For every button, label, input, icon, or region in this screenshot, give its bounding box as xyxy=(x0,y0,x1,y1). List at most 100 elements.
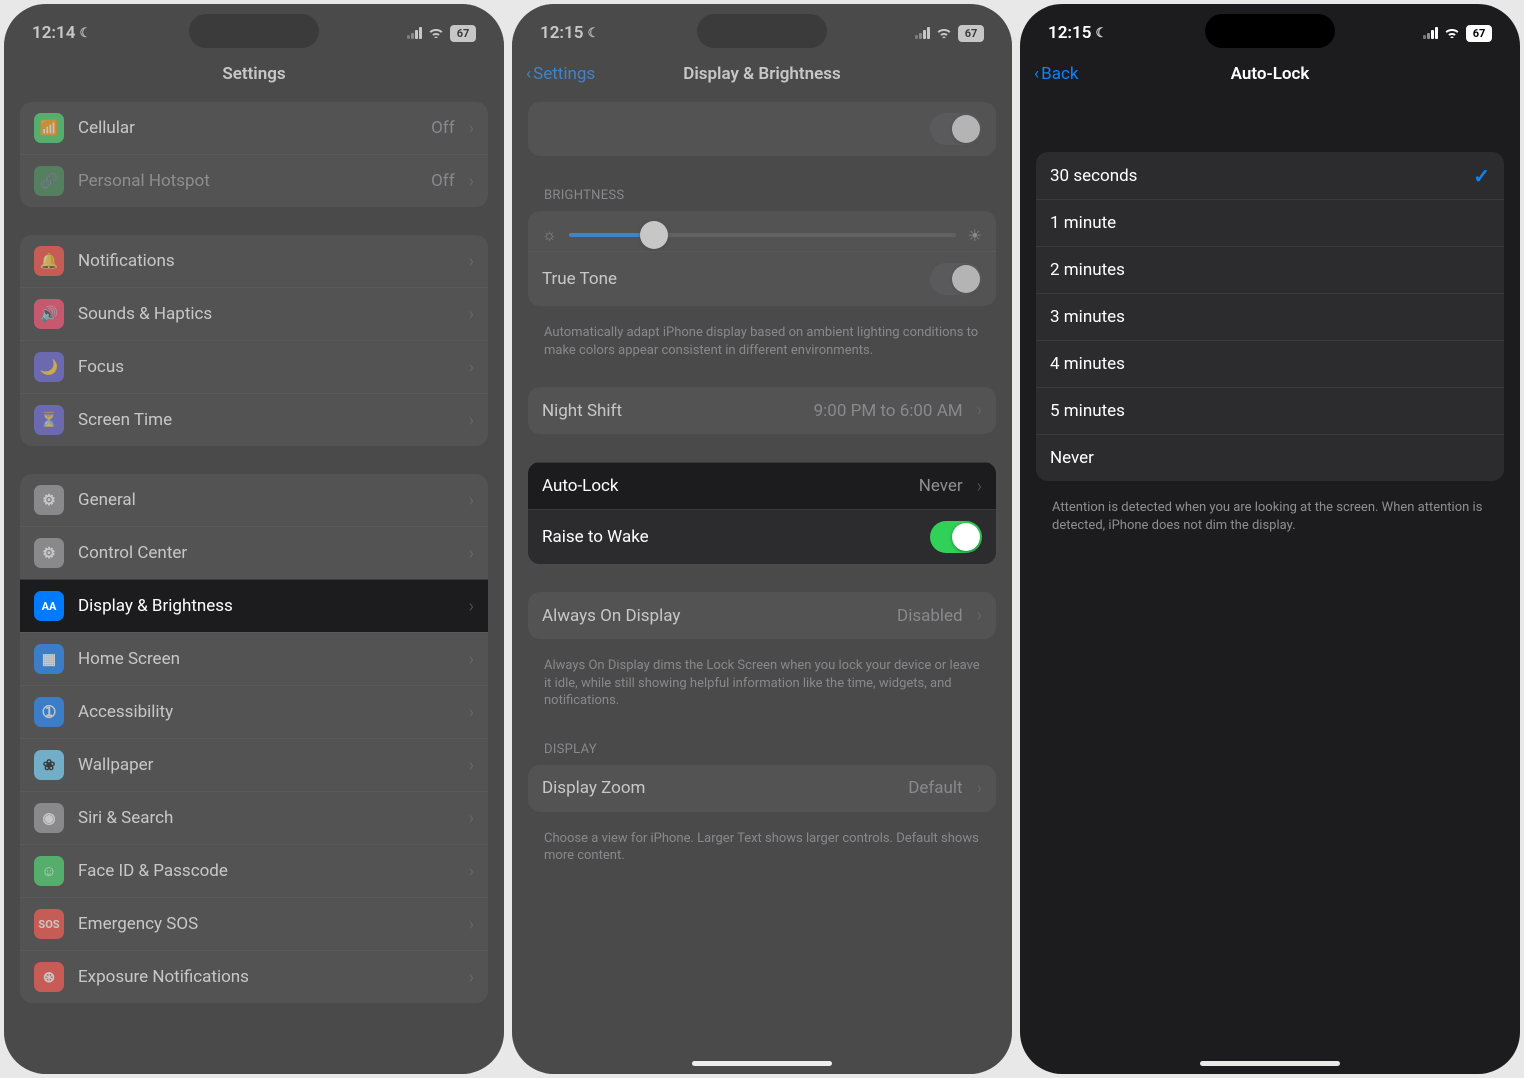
gear-icon: ⚙︎ xyxy=(34,485,64,515)
auto-lock-row[interactable]: Auto-Lock Never › xyxy=(528,462,996,509)
row-label: Cellular xyxy=(78,118,417,138)
night-shift-value: 9:00 PM to 6:00 AM xyxy=(814,401,963,421)
row-label: Siri & Search xyxy=(78,808,455,828)
autolock-option-3-minutes[interactable]: 3 minutes xyxy=(1036,293,1504,340)
settings-row-screen-time[interactable]: ⏳Screen Time› xyxy=(20,393,488,446)
option-label: 1 minute xyxy=(1050,213,1490,233)
raise-to-wake-label: Raise to Wake xyxy=(542,527,916,547)
autolock-option-1-minute[interactable]: 1 minute xyxy=(1036,199,1504,246)
display-zoom-value: Default xyxy=(908,778,962,798)
chevron-right-icon: › xyxy=(469,755,474,776)
settings-row-accessibility[interactable]: ➀Accessibility› xyxy=(20,685,488,738)
siri-icon: ◉ xyxy=(34,803,64,833)
row-label: Home Screen xyxy=(78,649,455,669)
chevron-right-icon: › xyxy=(469,861,474,882)
true-tone-toggle[interactable] xyxy=(930,263,982,295)
status-time: 12:14 xyxy=(32,23,75,43)
home-indicator[interactable] xyxy=(692,1061,832,1066)
sun-large-icon: ☀ xyxy=(968,226,982,245)
raise-to-wake-row[interactable]: Raise to Wake xyxy=(528,509,996,564)
chevron-right-icon: › xyxy=(469,967,474,988)
wifi-icon xyxy=(428,23,444,43)
row-label: Exposure Notifications xyxy=(78,967,455,987)
always-on-display-row[interactable]: Always On Display Disabled › xyxy=(528,592,996,639)
row-label: Sounds & Haptics xyxy=(78,304,455,324)
chevron-right-icon: › xyxy=(469,304,474,325)
chevron-left-icon: ‹ xyxy=(526,64,531,84)
option-label: 2 minutes xyxy=(1050,260,1490,280)
aod-label: Always On Display xyxy=(542,606,883,626)
row-label: Screen Time xyxy=(78,410,455,430)
row-label: Face ID & Passcode xyxy=(78,861,455,881)
chevron-right-icon: › xyxy=(469,490,474,511)
brightness-slider[interactable] xyxy=(569,233,956,237)
nav-bar: ‹ Settings Display & Brightness xyxy=(512,52,1012,96)
row-label: General xyxy=(78,490,455,510)
settings-row-wallpaper[interactable]: ❀Wallpaper› xyxy=(20,738,488,791)
virus-icon: ⊛ xyxy=(34,962,64,992)
auto-lock-label: Auto-Lock xyxy=(542,476,905,496)
autolock-option-never[interactable]: Never xyxy=(1036,434,1504,481)
face-icon: ☺ xyxy=(34,856,64,886)
autolock-option-30-seconds[interactable]: 30 seconds✓ xyxy=(1036,152,1504,199)
chevron-right-icon: › xyxy=(469,649,474,670)
status-time: 12:15 xyxy=(1048,23,1091,43)
speaker-icon: 🔊 xyxy=(34,299,64,329)
chevron-left-icon: ‹ xyxy=(1034,64,1039,84)
settings-row-personal-hotspot[interactable]: 🔗Personal HotspotOff› xyxy=(20,154,488,207)
chevron-right-icon: › xyxy=(469,357,474,378)
row-label: Personal Hotspot xyxy=(78,171,417,191)
settings-row-focus[interactable]: 🌙Focus› xyxy=(20,340,488,393)
night-shift-row[interactable]: Night Shift 9:00 PM to 6:00 AM › xyxy=(528,387,996,434)
back-button[interactable]: ‹ Settings xyxy=(526,64,595,84)
true-tone-footer: Automatically adapt iPhone display based… xyxy=(528,316,996,359)
back-button[interactable]: ‹ Back xyxy=(1034,64,1078,84)
wifi-icon xyxy=(936,23,952,43)
display-zoom-row[interactable]: Display Zoom Default › xyxy=(528,765,996,812)
row-label: Emergency SOS xyxy=(78,914,455,934)
settings-row-control-center[interactable]: ⚙Control Center› xyxy=(20,526,488,579)
settings-row-face-id-passcode[interactable]: ☺ Face ID & Passcode › xyxy=(20,844,488,897)
settings-row-general[interactable]: ⚙︎ General › xyxy=(20,474,488,526)
settings-row-siri-search[interactable]: ◉Siri & Search› xyxy=(20,791,488,844)
appearance-toggle[interactable] xyxy=(930,113,982,145)
AA-icon: AA xyxy=(34,591,64,621)
wifi-icon xyxy=(1444,23,1460,43)
bell-icon: 🔔 xyxy=(34,246,64,276)
chevron-right-icon: › xyxy=(469,702,474,723)
moon-icon: 🌙 xyxy=(34,352,64,382)
chevron-right-icon: › xyxy=(977,476,982,497)
option-label: Never xyxy=(1050,448,1490,468)
chevron-right-icon: › xyxy=(977,605,982,626)
settings-row-display-brightness[interactable]: AADisplay & Brightness› xyxy=(20,579,488,632)
grid-icon: ▦ xyxy=(34,644,64,674)
appearance-toggle-row[interactable] xyxy=(528,102,996,156)
switches-icon: ⚙ xyxy=(34,538,64,568)
autolock-option-2-minutes[interactable]: 2 minutes xyxy=(1036,246,1504,293)
autolock-option-4-minutes[interactable]: 4 minutes xyxy=(1036,340,1504,387)
settings-row-notifications[interactable]: 🔔Notifications› xyxy=(20,235,488,287)
option-label: 4 minutes xyxy=(1050,354,1490,374)
chevron-right-icon: › xyxy=(977,400,982,421)
row-label: Accessibility xyxy=(78,702,455,722)
sun-small-icon: ☼ xyxy=(542,225,557,245)
settings-row-home-screen[interactable]: ▦ Home Screen › xyxy=(20,632,488,685)
settings-row-exposure-notifications[interactable]: ⊛ Exposure Notifications › xyxy=(20,950,488,1003)
aod-value: Disabled xyxy=(897,606,963,626)
antenna-icon: 📶 xyxy=(34,113,64,143)
moon-icon: ☾ xyxy=(1095,26,1107,41)
settings-row-cellular[interactable]: 📶CellularOff› xyxy=(20,102,488,154)
home-indicator[interactable] xyxy=(1200,1061,1340,1066)
settings-row-sounds-haptics[interactable]: 🔊 Sounds & Haptics › xyxy=(20,287,488,340)
moon-icon: ☾ xyxy=(587,26,599,41)
row-value: Off xyxy=(431,118,455,138)
brightness-slider-row[interactable]: ☼ ☀ xyxy=(528,211,996,251)
row-label: Notifications xyxy=(78,251,455,271)
link-icon: 🔗 xyxy=(34,166,64,196)
autolock-option-5-minutes[interactable]: 5 minutes xyxy=(1036,387,1504,434)
cellular-signal-icon xyxy=(407,27,422,39)
dynamic-island xyxy=(189,14,319,48)
settings-row-emergency-sos[interactable]: SOSEmergency SOS› xyxy=(20,897,488,950)
raise-to-wake-toggle[interactable] xyxy=(930,521,982,553)
true-tone-row[interactable]: True Tone xyxy=(528,251,996,306)
